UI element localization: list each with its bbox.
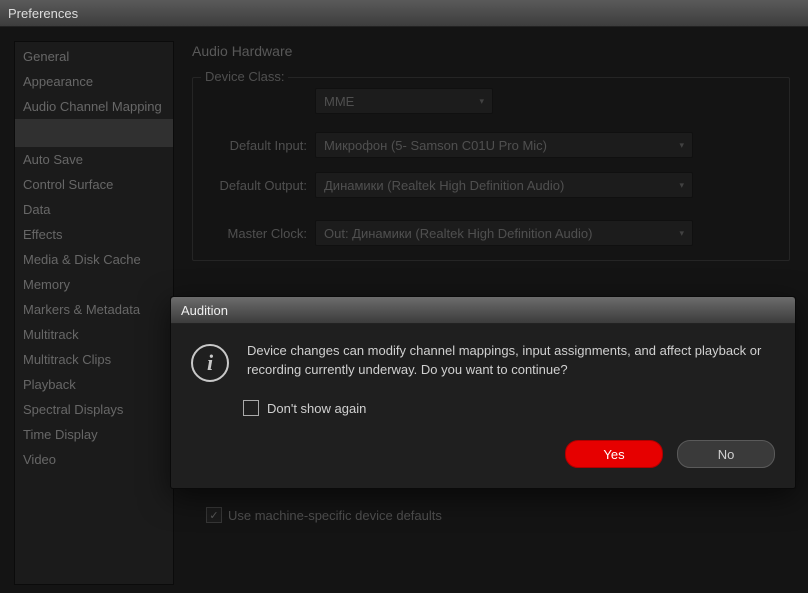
dropdown-value: Out: Динамики (Realtek High Definition A… <box>324 226 592 241</box>
sidebar-item-spectral-displays[interactable]: Spectral Displays <box>15 397 173 422</box>
chevron-down-icon: ▾ <box>679 228 684 239</box>
dialog-message: Device changes can modify channel mappin… <box>247 342 775 380</box>
sidebar-item-general[interactable]: General <box>15 44 173 69</box>
dialog-body: i Device changes can modify channel mapp… <box>171 324 795 488</box>
preferences-title: Preferences <box>8 6 78 21</box>
master-clock-label: Master Clock: <box>207 226 315 241</box>
dont-show-row[interactable]: Don't show again <box>243 400 775 416</box>
default-output-label: Default Output: <box>207 178 315 193</box>
sidebar-item-audio-channel-mapping[interactable]: Audio Channel Mapping <box>15 94 173 119</box>
button-label: Yes <box>603 447 624 462</box>
dropdown-value: Микрофон (5- Samson C01U Pro Mic) <box>324 138 547 153</box>
sidebar-item-label: Audio Channel Mapping <box>23 99 162 114</box>
device-class-dropdown[interactable]: MME ▾ <box>315 88 493 114</box>
master-clock-dropdown[interactable]: Out: Динамики (Realtek High Definition A… <box>315 220 693 246</box>
preferences-sidebar: General Appearance Audio Channel Mapping… <box>14 41 174 585</box>
dropdown-value: MME <box>324 94 354 109</box>
preferences-titlebar[interactable]: Preferences <box>0 0 808 27</box>
sidebar-item-video[interactable]: Video <box>15 447 173 472</box>
sidebar-item-label: Spectral Displays <box>23 402 123 417</box>
sidebar-item-control-surface[interactable]: Control Surface <box>15 172 173 197</box>
dropdown-value: Динамики (Realtek High Definition Audio) <box>324 178 564 193</box>
sidebar-item-playback[interactable]: Playback <box>15 372 173 397</box>
button-label: No <box>718 447 735 462</box>
sidebar-item-memory[interactable]: Memory <box>15 272 173 297</box>
default-output-dropdown[interactable]: Динамики (Realtek High Definition Audio)… <box>315 172 693 198</box>
checkbox-icon[interactable] <box>206 507 222 523</box>
default-input-label: Default Input: <box>207 138 315 153</box>
sidebar-item-data[interactable]: Data <box>15 197 173 222</box>
sidebar-item-label: Multitrack <box>23 327 79 342</box>
sidebar-item-label: Time Display <box>23 427 98 442</box>
sidebar-item-label: Effects <box>23 227 63 242</box>
device-class-label: Device Class: <box>201 69 288 84</box>
dont-show-label: Don't show again <box>267 401 366 416</box>
chevron-down-icon: ▾ <box>679 140 684 151</box>
sidebar-item-label: Data <box>23 202 50 217</box>
yes-button[interactable]: Yes <box>565 440 663 468</box>
sidebar-item-label: Markers & Metadata <box>23 302 140 317</box>
sidebar-item-time-display[interactable]: Time Display <box>15 422 173 447</box>
sidebar-item-multitrack-clips[interactable]: Multitrack Clips <box>15 347 173 372</box>
info-icon: i <box>191 344 229 382</box>
sidebar-item-appearance[interactable]: Appearance <box>15 69 173 94</box>
chevron-down-icon: ▾ <box>679 180 684 191</box>
dialog-buttons: Yes No <box>191 440 775 468</box>
sidebar-item-media-disk-cache[interactable]: Media & Disk Cache <box>15 247 173 272</box>
checkbox-icon[interactable] <box>243 400 259 416</box>
sidebar-item-label: Multitrack Clips <box>23 352 111 367</box>
machine-specific-label: Use machine-specific device defaults <box>228 508 442 523</box>
chevron-down-icon: ▾ <box>479 96 484 107</box>
default-input-dropdown[interactable]: Микрофон (5- Samson C01U Pro Mic) ▾ <box>315 132 693 158</box>
sidebar-item-label: Auto Save <box>23 152 83 167</box>
dialog-titlebar[interactable]: Audition <box>171 297 795 324</box>
sidebar-item-effects[interactable]: Effects <box>15 222 173 247</box>
sidebar-item-label: Appearance <box>23 74 93 89</box>
page-title: Audio Hardware <box>192 43 800 59</box>
dialog-title: Audition <box>181 303 228 318</box>
confirm-dialog: Audition i Device changes can modify cha… <box>170 296 796 489</box>
sidebar-item-auto-save[interactable]: Auto Save <box>15 147 173 172</box>
sidebar-item-label: Control Surface <box>23 177 113 192</box>
machine-specific-row[interactable]: Use machine-specific device defaults <box>206 507 800 523</box>
sidebar-item-label: Playback <box>23 377 76 392</box>
sidebar-item-label: Video <box>23 452 56 467</box>
sidebar-item-multitrack[interactable]: Multitrack <box>15 322 173 347</box>
no-button[interactable]: No <box>677 440 775 468</box>
device-class-group: Device Class: MME ▾ Default Input: Микро… <box>192 77 790 261</box>
sidebar-item-label: General <box>23 49 69 64</box>
sidebar-item-label: Memory <box>23 277 70 292</box>
dialog-message-row: i Device changes can modify channel mapp… <box>191 342 775 382</box>
sidebar-item-audio-hardware[interactable] <box>15 119 173 147</box>
sidebar-item-label: Media & Disk Cache <box>23 252 141 267</box>
sidebar-item-markers-metadata[interactable]: Markers & Metadata <box>15 297 173 322</box>
